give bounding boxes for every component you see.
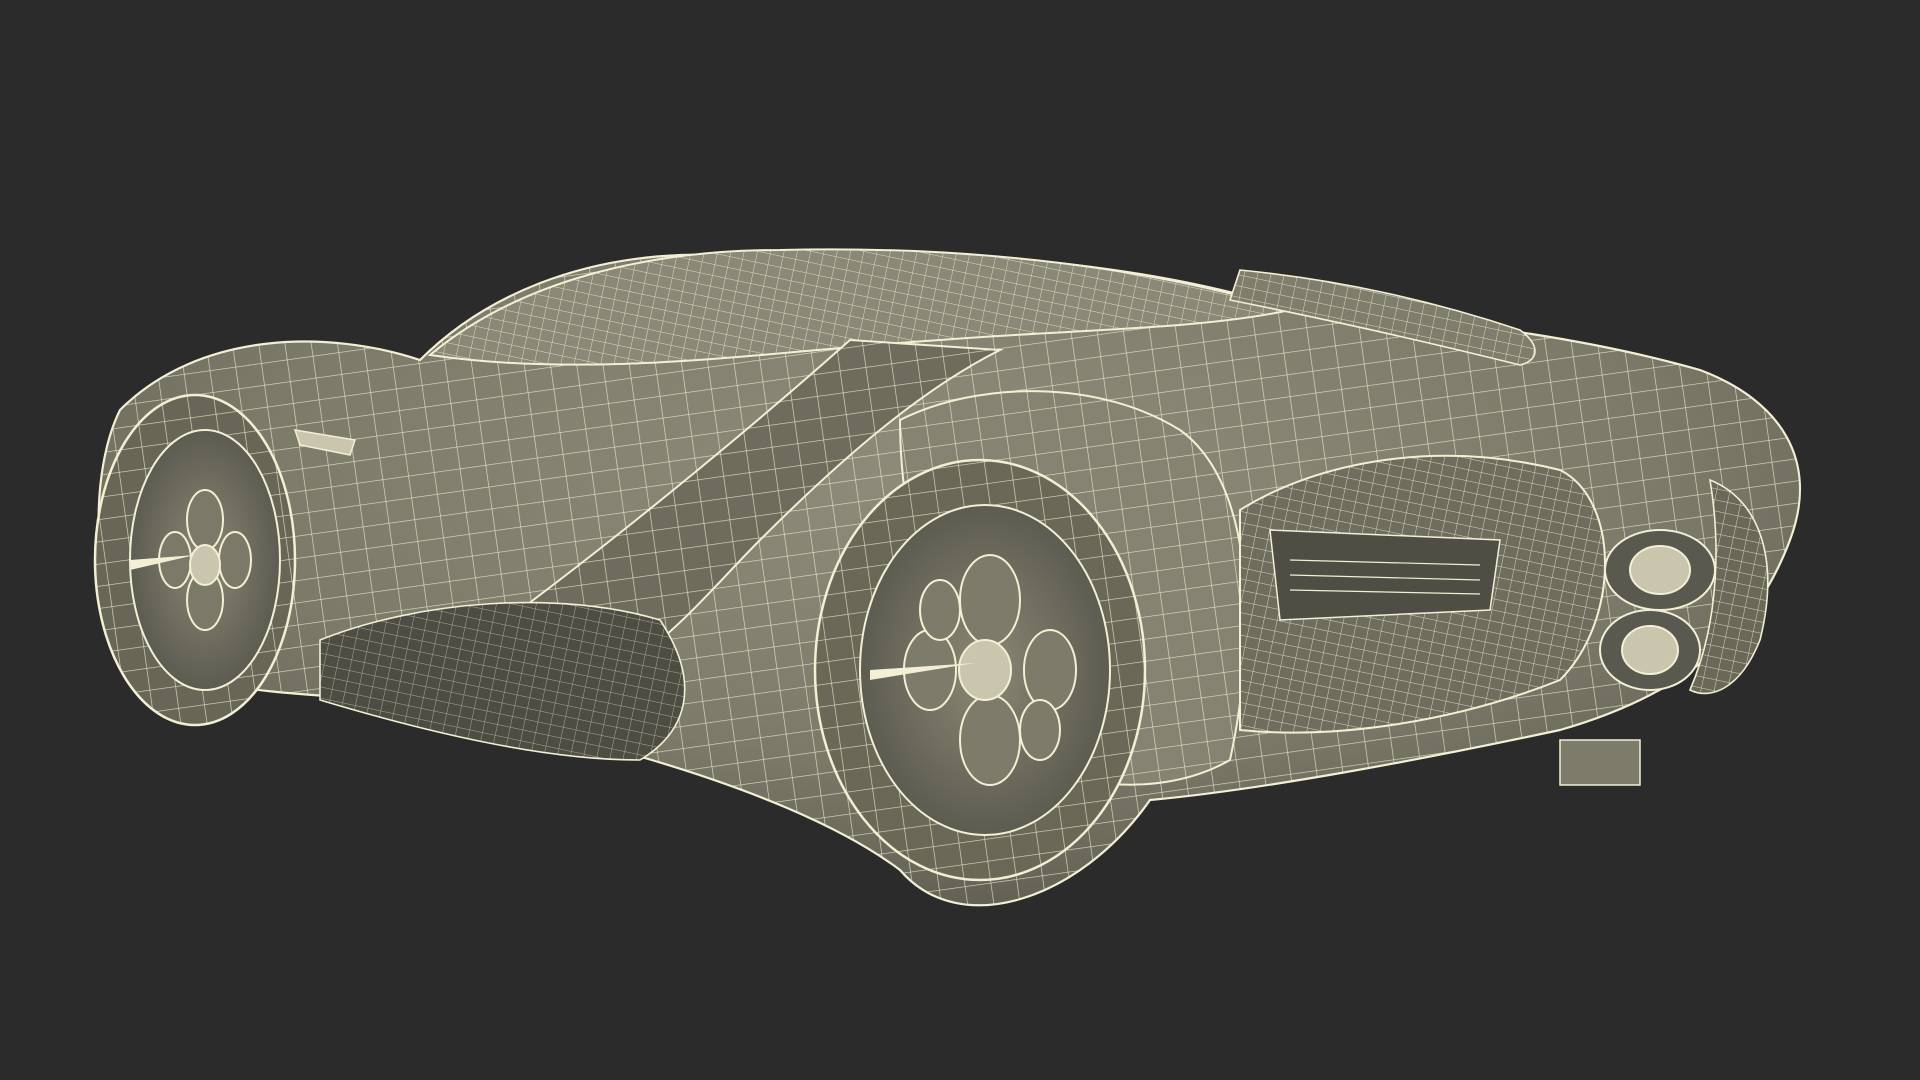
side-intake: [319, 601, 686, 761]
render-viewport: [0, 0, 1920, 1080]
front-wheel: [93, 393, 297, 727]
rear-wheel: [813, 458, 1147, 882]
license-plate-area: [1559, 739, 1641, 786]
car-wireframe-render: [93, 248, 1801, 907]
